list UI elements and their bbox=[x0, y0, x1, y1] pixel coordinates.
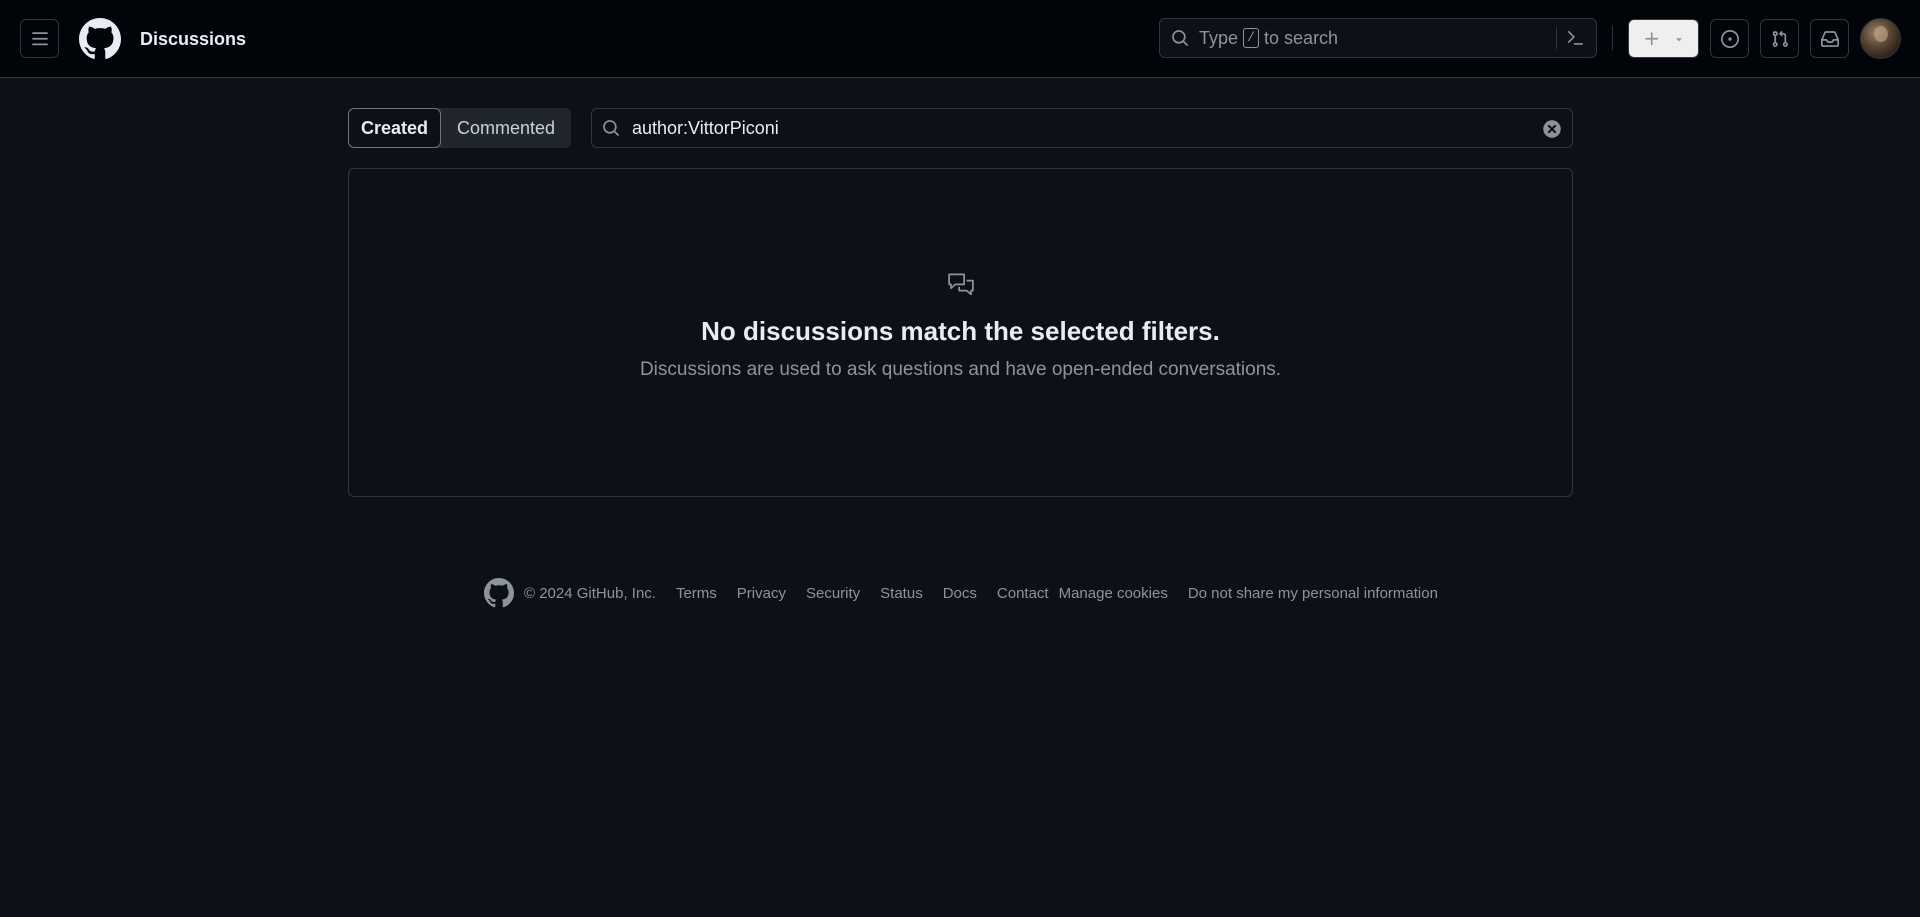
search-shortcut-key: / bbox=[1243, 28, 1260, 48]
blankslate-description: Discussions are used to ask questions an… bbox=[639, 359, 1282, 380]
header-divider bbox=[1612, 26, 1613, 50]
search-placeholder: Type / to search bbox=[1199, 28, 1338, 49]
issue-icon bbox=[1720, 29, 1739, 48]
page-title[interactable]: Discussions bbox=[140, 27, 246, 51]
triangle-down-icon bbox=[1675, 37, 1682, 41]
footer-link-security[interactable]: Security bbox=[806, 585, 860, 602]
search-placeholder-suffix: to search bbox=[1264, 27, 1339, 48]
footer-link-privacy[interactable]: Privacy bbox=[737, 585, 786, 602]
search-divider bbox=[1556, 27, 1557, 49]
inbox-icon bbox=[1820, 30, 1839, 47]
menu-icon bbox=[31, 31, 48, 45]
tab-created[interactable]: Created bbox=[348, 108, 441, 148]
clear-icon[interactable] bbox=[1542, 119, 1562, 139]
footer-link-status[interactable]: Status bbox=[880, 585, 923, 602]
footer: © 2024 GitHub, Inc. Terms Privacy Securi… bbox=[484, 577, 1458, 609]
command-palette-icon[interactable] bbox=[1565, 29, 1585, 47]
footer-link-terms[interactable]: Terms bbox=[676, 585, 717, 602]
footer-copyright: © 2024 GitHub, Inc. bbox=[524, 584, 656, 602]
global-search-input[interactable]: Type / to search bbox=[1159, 18, 1597, 58]
global-header: Discussions Type / to search bbox=[0, 0, 1920, 78]
tab-commented[interactable]: Commented bbox=[441, 108, 571, 148]
discussion-icon bbox=[948, 273, 974, 296]
footer-link-docs[interactable]: Docs bbox=[943, 585, 977, 602]
search-placeholder-prefix: Type bbox=[1199, 27, 1239, 48]
footer-link-contact[interactable]: Contact bbox=[997, 585, 1049, 602]
avatar[interactable] bbox=[1860, 18, 1901, 59]
footer-link-do-not-share[interactable]: Do not share my personal information bbox=[1188, 585, 1438, 602]
menu-button[interactable] bbox=[20, 19, 59, 58]
filter-query-value: author:VittorPiconi bbox=[632, 117, 779, 138]
blankslate: No discussions match the selected filter… bbox=[348, 168, 1573, 497]
github-logo-icon[interactable] bbox=[79, 18, 121, 60]
filter-segmented-control: Created Commented bbox=[348, 108, 571, 148]
inbox-button[interactable] bbox=[1810, 19, 1849, 58]
footer-link-manage-cookies[interactable]: Manage cookies bbox=[1059, 585, 1168, 602]
blankslate-heading: No discussions match the selected filter… bbox=[701, 316, 1220, 346]
issues-button[interactable] bbox=[1710, 19, 1749, 58]
pull-request-icon bbox=[1772, 30, 1788, 47]
discussion-filter-input[interactable]: author:VittorPiconi bbox=[591, 108, 1573, 148]
plus-icon bbox=[1644, 31, 1658, 45]
search-icon bbox=[1172, 30, 1188, 46]
github-logo-icon[interactable] bbox=[484, 578, 514, 608]
create-new-button[interactable] bbox=[1628, 19, 1699, 58]
pull-requests-button[interactable] bbox=[1760, 19, 1799, 58]
search-icon bbox=[603, 120, 619, 136]
